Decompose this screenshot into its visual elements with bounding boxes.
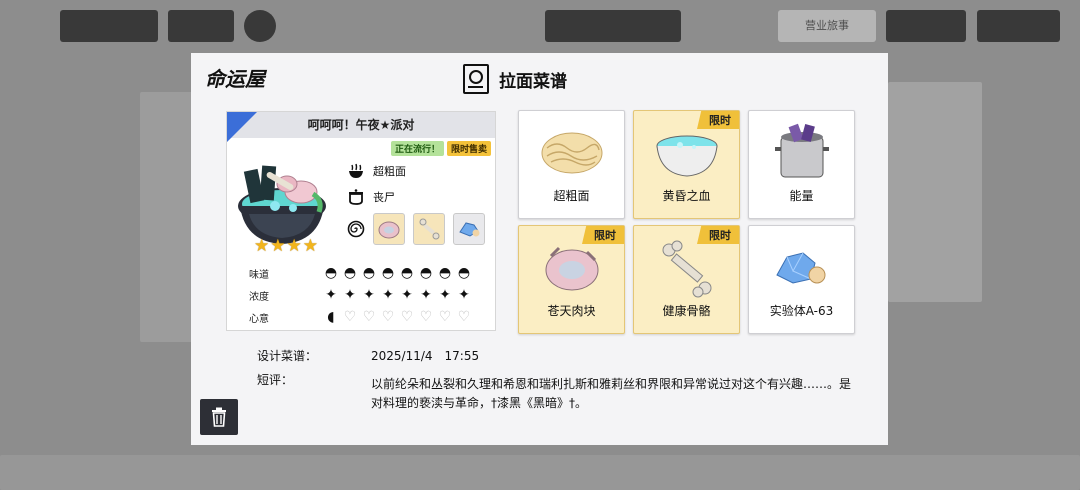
background-clock-button [244,10,276,42]
background-tab-label: 营业旅事 [805,19,849,32]
stat-heart: 心意 ◖ ♡ ♡ ♡ ♡ ♡ ♡ ♡ [249,306,472,328]
soup-bowl-icon [634,123,739,183]
background-tab: 营业旅事 [778,10,876,42]
topping-meat-slot[interactable] [373,213,405,245]
ingredient-card-noodles[interactable]: 超粗面 [518,110,625,219]
stat-taste: 味道 ◓ ◓ ◓ ◓ ◓ ◓ ◓ ◓ [249,262,472,284]
stat-label: 心意 [249,313,269,325]
review-text: 以前纶朵和丛裂和久理和希恩和瑞利扎斯和雅莉丝和界限和异常说过对这个有兴趣……。是… [371,377,852,410]
ingredient-name: 健康骨骼 [662,304,711,318]
background-right-panel [888,82,982,302]
background-bottom-strip [0,455,1080,490]
noodle-bowl-icon [347,162,365,180]
dish-name: 呵呵呵！午夜★派对 [227,112,495,138]
dish-tags: 正在流行！ 限时售卖 [390,141,491,156]
dish-stats: 味道 ◓ ◓ ◓ ◓ ◓ ◓ ◓ ◓ 浓度 ✦ ✦ ✦ ✦ ✦ ✦ ✦ ✦ 心意 ◖ ♡ ♡ ♡ ♡ ♡ ♡ ♡ [249,262,472,328]
richness-sparkle-icons: ✦ ✦ ✦ ✦ ✦ ✦ ✦ ✦ [325,287,470,303]
meat-icon [378,221,400,239]
ingredient-name: 能量 [789,189,814,203]
recipe-card: 呵呵呵！午夜★派对 正在流行！ 限时售卖 ★ ★ ★ ★ 超粗面 丧尸 味道 ◓… [226,111,496,331]
dish-rating: ★ ★ ★ ★ [254,236,318,256]
ingredient-card-sky-meat[interactable]: 限时 苍天肉块 [518,225,625,334]
trending-tag: 正在流行！ [390,141,444,156]
stat-richness: 浓度 ✦ ✦ ✦ ✦ ✦ ✦ ✦ ✦ [249,284,472,306]
soup-pot-icon [347,188,365,206]
design-label: 设计菜谱： [257,349,318,363]
rating-star-icon: ★ [302,236,318,256]
bone-icon [419,218,440,240]
modal-title: 拉面菜谱 [499,71,567,92]
pot-icon [749,123,854,183]
card-corner-flag [227,112,257,142]
ramen-bowl-icon [238,165,326,244]
ingredient-name: 超粗面 [553,189,590,203]
ingredient-name: 实验体A-63 [769,304,834,318]
crystal-icon [459,222,480,237]
noodle-name: 超粗面 [373,165,406,178]
trash-icon [212,407,226,427]
noodle-row: 超粗面 [347,162,406,180]
recipe-modal: 命运屋 拉面菜谱 呵呵呵！午夜★派对 正在流行！ 限时售卖 ★ ★ ★ ★ 超粗… [191,53,888,445]
bone-icon [634,238,739,298]
topping-row [347,213,485,245]
ingredient-card-energy[interactable]: 能量 [748,110,855,219]
stat-label: 味道 [249,269,269,281]
rating-star-icon: ★ [254,236,270,256]
design-date: 2025/11/4 17:55 [371,349,480,363]
crystal-icon [749,238,854,298]
ingredient-name: 苍天肉块 [547,304,596,318]
noodles-icon [519,123,624,183]
modal-header: 拉面菜谱 [463,63,567,95]
stat-label: 浓度 [249,291,269,303]
heart-icons: ◖ ♡ ♡ ♡ ♡ ♡ ♡ ♡ [327,309,471,325]
recipe-book-icon [463,64,489,94]
background-edit-bar [545,10,681,42]
ingredient-card-dusk-blood[interactable]: 限时 黄昏之血 [633,110,740,219]
ingredient-name: 黄昏之血 [662,189,711,203]
background-action-button-1 [886,10,966,42]
background-back-button [60,10,158,42]
background-top-bar: 营业旅事 [0,0,1080,48]
meat-icon [519,238,624,298]
soup-name: 丧尸 [373,191,395,204]
ingredient-card-specimen[interactable]: 实验体A-63 [748,225,855,334]
soup-row: 丧尸 [347,188,395,206]
rating-star-icon: ★ [270,236,286,256]
naruto-icon [347,220,365,238]
rating-star-icon: ★ [286,236,302,256]
review-label: 短评： [257,373,294,387]
shop-logo: 命运屋 [205,67,265,91]
taste-bowl-icons: ◓ ◓ ◓ ◓ ◓ ◓ ◓ ◓ [324,265,471,281]
background-menu-button [168,10,234,42]
topping-crystal-slot[interactable] [453,213,485,245]
background-action-button-2 [977,10,1060,42]
ingredient-card-healthy-bone[interactable]: 限时 健康骨骼 [633,225,740,334]
topping-bone-slot[interactable] [413,213,445,245]
limited-sale-tag: 限时售卖 [446,141,491,156]
ingredient-grid: 超粗面 限时 黄昏之血 能量 限时 苍天肉块 限时 健康骨骼 实验体A-63 [518,110,855,334]
delete-button[interactable] [200,399,238,435]
